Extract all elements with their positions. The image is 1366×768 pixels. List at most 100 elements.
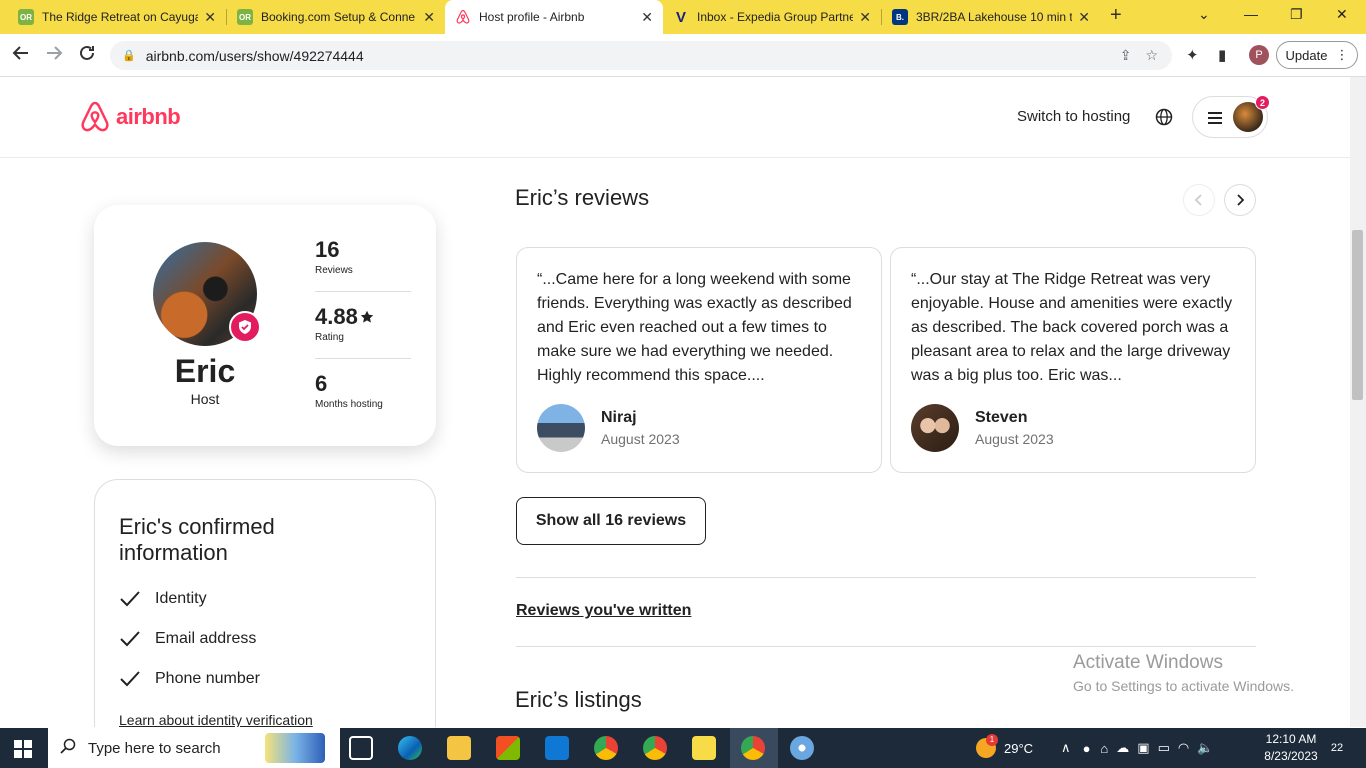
chrome-active-icon[interactable]: [741, 736, 765, 760]
browser-tab-lakehouse[interactable]: B. 3BR/2BA Lakehouse 10 min t ✕: [882, 0, 1100, 34]
browser-tab-host-profile[interactable]: Host profile - Airbnb ✕: [445, 0, 663, 34]
address-bar[interactable]: 🔒 airbnb.com/users/show/492274444 ⇪ ☆: [110, 41, 1172, 70]
close-window-icon[interactable]: ✕: [1336, 6, 1348, 23]
close-tab-icon[interactable]: ✕: [423, 9, 435, 26]
wifi-icon[interactable]: ◠: [1178, 740, 1189, 756]
notification-center-icon[interactable]: 22: [1326, 738, 1348, 758]
browser-tab-ridge-retreat[interactable]: OR The Ridge Retreat on Cayuga ✕: [8, 0, 226, 34]
reviewer-avatar[interactable]: [537, 404, 585, 452]
activate-windows-watermark: Activate Windows Go to Settings to activ…: [1073, 652, 1294, 694]
update-button[interactable]: Update ⋮: [1276, 41, 1358, 69]
browser-tab-bar: OR The Ridge Retreat on Cayuga ✕ OR Book…: [0, 0, 1366, 34]
extensions-puzzle-icon[interactable]: ✦: [1186, 46, 1199, 64]
tray-app-icon[interactable]: ●: [1083, 741, 1091, 756]
weather-icon[interactable]: 1: [976, 734, 998, 758]
tab-title: Host profile - Airbnb: [479, 10, 585, 24]
carousel-prev-button[interactable]: [1183, 184, 1215, 216]
chrome-icon[interactable]: [594, 736, 618, 760]
checkmark-icon: [120, 591, 140, 607]
airbnb-logo[interactable]: airbnb: [80, 101, 181, 133]
close-tab-icon[interactable]: ✕: [859, 9, 871, 26]
show-all-reviews-button[interactable]: Show all 16 reviews: [516, 497, 706, 545]
microsoft-store-icon[interactable]: [496, 736, 520, 760]
minimize-icon[interactable]: —: [1244, 6, 1258, 22]
confirmed-item-label: Email address: [155, 630, 257, 647]
file-explorer-icon[interactable]: [447, 736, 471, 760]
watermark-line-2: Go to Settings to activate Windows.: [1073, 678, 1294, 694]
paint-icon[interactable]: [790, 736, 814, 760]
forward-arrow-icon[interactable]: [45, 44, 63, 67]
url-text[interactable]: airbnb.com/users/show/492274444: [146, 48, 1120, 64]
restore-icon[interactable]: ❐: [1290, 6, 1303, 23]
back-arrow-icon[interactable]: [12, 44, 30, 67]
close-tab-icon[interactable]: ✕: [1078, 9, 1090, 26]
chevron-left-icon: [1194, 194, 1202, 206]
stat-value: 6: [315, 371, 328, 396]
reviewer-name: Niraj: [601, 409, 637, 426]
review-card[interactable]: “...Came here for a long weekend with so…: [516, 247, 882, 473]
close-tab-icon[interactable]: ✕: [641, 9, 653, 26]
scrollbar-thumb[interactable]: [1352, 230, 1363, 400]
review-text: “...Came here for a long weekend with so…: [537, 271, 852, 384]
reload-icon[interactable]: [78, 44, 96, 67]
onedrive-cloud-icon[interactable]: ☁: [1116, 740, 1129, 756]
browser-tab-booking-setup[interactable]: OR Booking.com Setup & Conne ✕: [227, 0, 445, 34]
carousel-next-button[interactable]: [1224, 184, 1256, 216]
star-icon: [360, 310, 374, 323]
section-divider: [516, 577, 1256, 578]
tab-title: Inbox - Expedia Group Partne: [697, 10, 854, 24]
confirmed-information-card: Eric's confirmed information Identity Em…: [94, 479, 436, 727]
stat-value: 16: [315, 237, 340, 262]
volume-icon[interactable]: 🔈: [1197, 740, 1213, 756]
expedia-favicon-icon: V: [675, 8, 686, 26]
browser-profile-avatar[interactable]: P: [1249, 45, 1269, 65]
norton-icon[interactable]: [692, 736, 716, 760]
review-card[interactable]: “...Our stay at The Ridge Retreat was ve…: [890, 247, 1256, 473]
tray-device-icon[interactable]: ⌂: [1100, 741, 1108, 756]
bookmark-star-icon[interactable]: ☆: [1145, 47, 1158, 64]
hamburger-menu-icon: [1207, 111, 1223, 130]
share-icon[interactable]: ⇪: [1120, 47, 1132, 64]
taskbar-search-box[interactable]: Type here to search: [48, 728, 340, 768]
task-view-icon[interactable]: [349, 736, 373, 760]
reviews-youve-written-link[interactable]: Reviews you've written: [516, 602, 691, 620]
site-header: airbnb Switch to hosting 2: [0, 77, 1350, 158]
globe-icon[interactable]: [1155, 108, 1173, 131]
taskbar-search-placeholder: Type here to search: [88, 739, 221, 757]
lock-icon[interactable]: 🔒: [122, 49, 136, 62]
switch-to-hosting-link[interactable]: Switch to hosting: [1017, 108, 1130, 125]
battery-icon[interactable]: ▭: [1158, 740, 1170, 756]
tray-network-adapter-icon[interactable]: ▣: [1137, 740, 1149, 756]
new-tab-button[interactable]: +: [1110, 4, 1122, 27]
host-name: Eric: [174, 353, 236, 389]
tab-search-chevron-icon[interactable]: ⌄: [1198, 6, 1210, 23]
side-panel-icon[interactable]: ▮: [1218, 46, 1226, 64]
weather-badge: 1: [986, 734, 998, 746]
confirmed-item-label: Identity: [155, 590, 207, 607]
edge-browser-icon[interactable]: [398, 736, 422, 760]
user-menu-button[interactable]: 2: [1192, 95, 1270, 138]
opera-reviews-favicon-icon: OR: [237, 9, 253, 25]
chrome-profile-icon[interactable]: [643, 736, 667, 760]
temperature[interactable]: 29°C: [1004, 741, 1033, 756]
confirmed-item-identity: Identity: [119, 590, 207, 608]
reviewer-avatar[interactable]: [911, 404, 959, 452]
checkmark-icon: [120, 631, 140, 647]
taskbar-clock[interactable]: 12:10 AM 8/23/2023: [1256, 731, 1326, 765]
kebab-menu-icon: ⋮: [1335, 47, 1349, 62]
stat-months-hosting: 6 Months hosting: [315, 371, 411, 410]
page-scrollbar[interactable]: [1350, 77, 1366, 727]
listings-section-title: Eric’s listings: [515, 687, 642, 712]
airbnb-logo-icon: [81, 101, 109, 132]
learn-identity-verification-link[interactable]: Learn about identity verification: [119, 712, 313, 727]
checkmark-icon: [120, 671, 140, 687]
host-role: Host: [190, 391, 220, 407]
review-text: “...Our stay at The Ridge Retreat was ve…: [911, 271, 1233, 384]
mail-icon[interactable]: [545, 736, 569, 760]
close-tab-icon[interactable]: ✕: [204, 9, 216, 26]
stat-label: Months hosting: [315, 399, 383, 410]
windows-start-icon[interactable]: [14, 740, 32, 763]
browser-tab-expedia-inbox[interactable]: V Inbox - Expedia Group Partne ✕: [663, 0, 881, 34]
stat-divider: [315, 358, 411, 359]
show-hidden-icons-chevron-icon[interactable]: ∧: [1061, 740, 1071, 756]
